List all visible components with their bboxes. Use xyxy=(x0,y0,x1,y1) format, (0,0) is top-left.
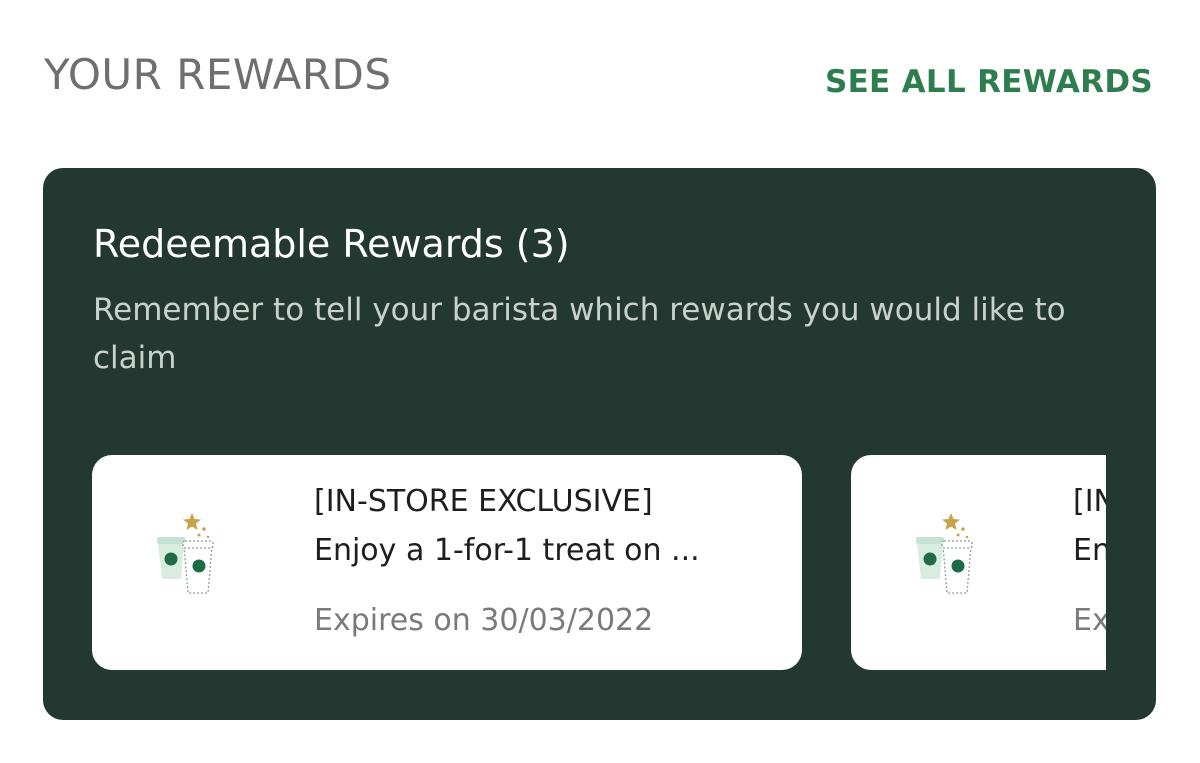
reward-expiry: Expires on 30/03/2022 xyxy=(314,603,654,638)
reward-card[interactable]: [IN-STORE EXCLUSIVE] Enjoy a 1-for-1 tre… xyxy=(92,455,802,670)
reward-description: Enjoy a 1-for-1 treat on ... xyxy=(314,533,700,568)
reward-tag: [IN-STORE EXCLUSIVE] xyxy=(314,484,653,519)
two-cups-reward-icon xyxy=(916,513,973,594)
panel-title: Redeemable Rewards (3) xyxy=(93,222,570,266)
redeemable-rewards-panel: Redeemable Rewards (3) Remember to tell … xyxy=(43,168,1156,720)
reward-card[interactable]: [IN-STORE EXCLUSIVE] Enjoy a 1-for-1 tre… xyxy=(851,455,1106,670)
panel-subtitle: Remember to tell your barista which rewa… xyxy=(93,292,1066,376)
rewards-page: YOUR REWARDS SEE ALL REWARDS Redeemable … xyxy=(0,0,1200,763)
two-cups-reward-icon xyxy=(157,513,214,594)
rewards-carousel[interactable]: [IN-STORE EXCLUSIVE] Enjoy a 1-for-1 tre… xyxy=(92,455,1106,671)
reward-description: Enjoy a 1-for-1 treat on ... xyxy=(1073,533,1106,568)
see-all-rewards-link[interactable]: SEE ALL REWARDS xyxy=(825,64,1153,100)
reward-tag: [IN-STORE EXCLUSIVE] xyxy=(1073,484,1106,519)
section-title: YOUR REWARDS xyxy=(44,50,392,99)
reward-expiry: Expires on 30/03/2022 xyxy=(1073,603,1106,638)
